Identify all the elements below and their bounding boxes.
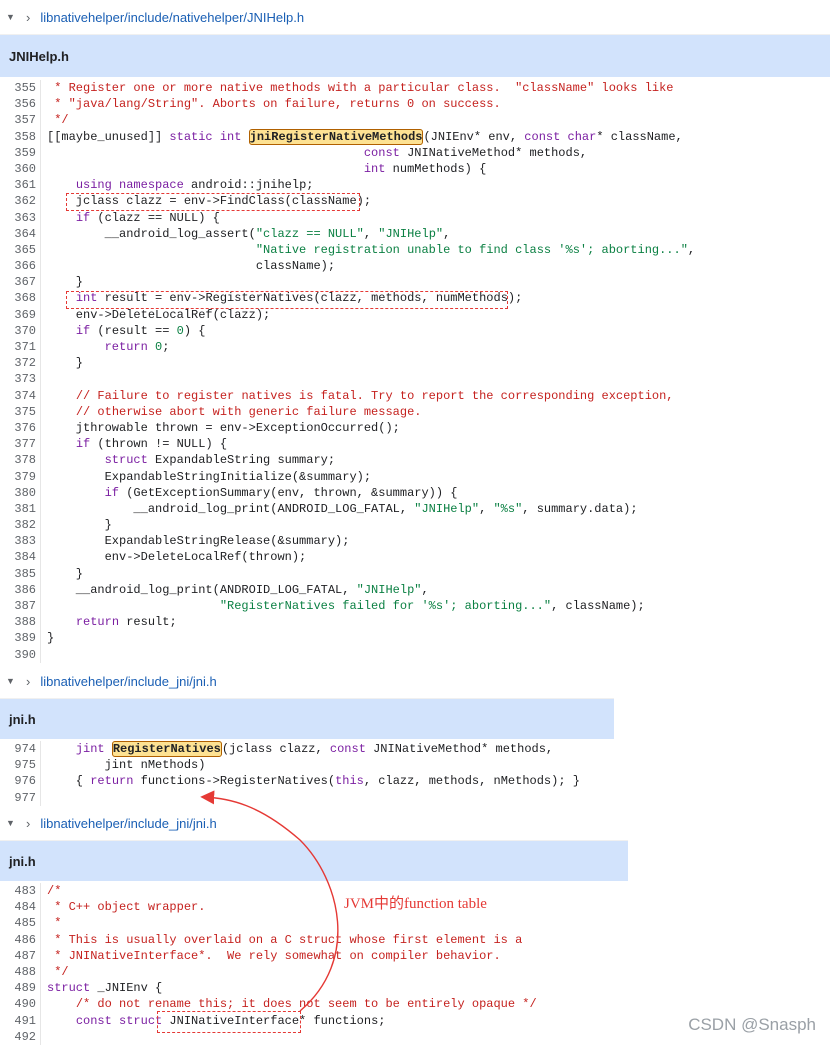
annotation-arrow: [200, 790, 339, 1012]
arrow-path: [200, 790, 339, 1012]
watermark: CSDN @Snasph: [688, 1015, 816, 1034]
annotation-label: JVM中的function table: [344, 896, 487, 912]
